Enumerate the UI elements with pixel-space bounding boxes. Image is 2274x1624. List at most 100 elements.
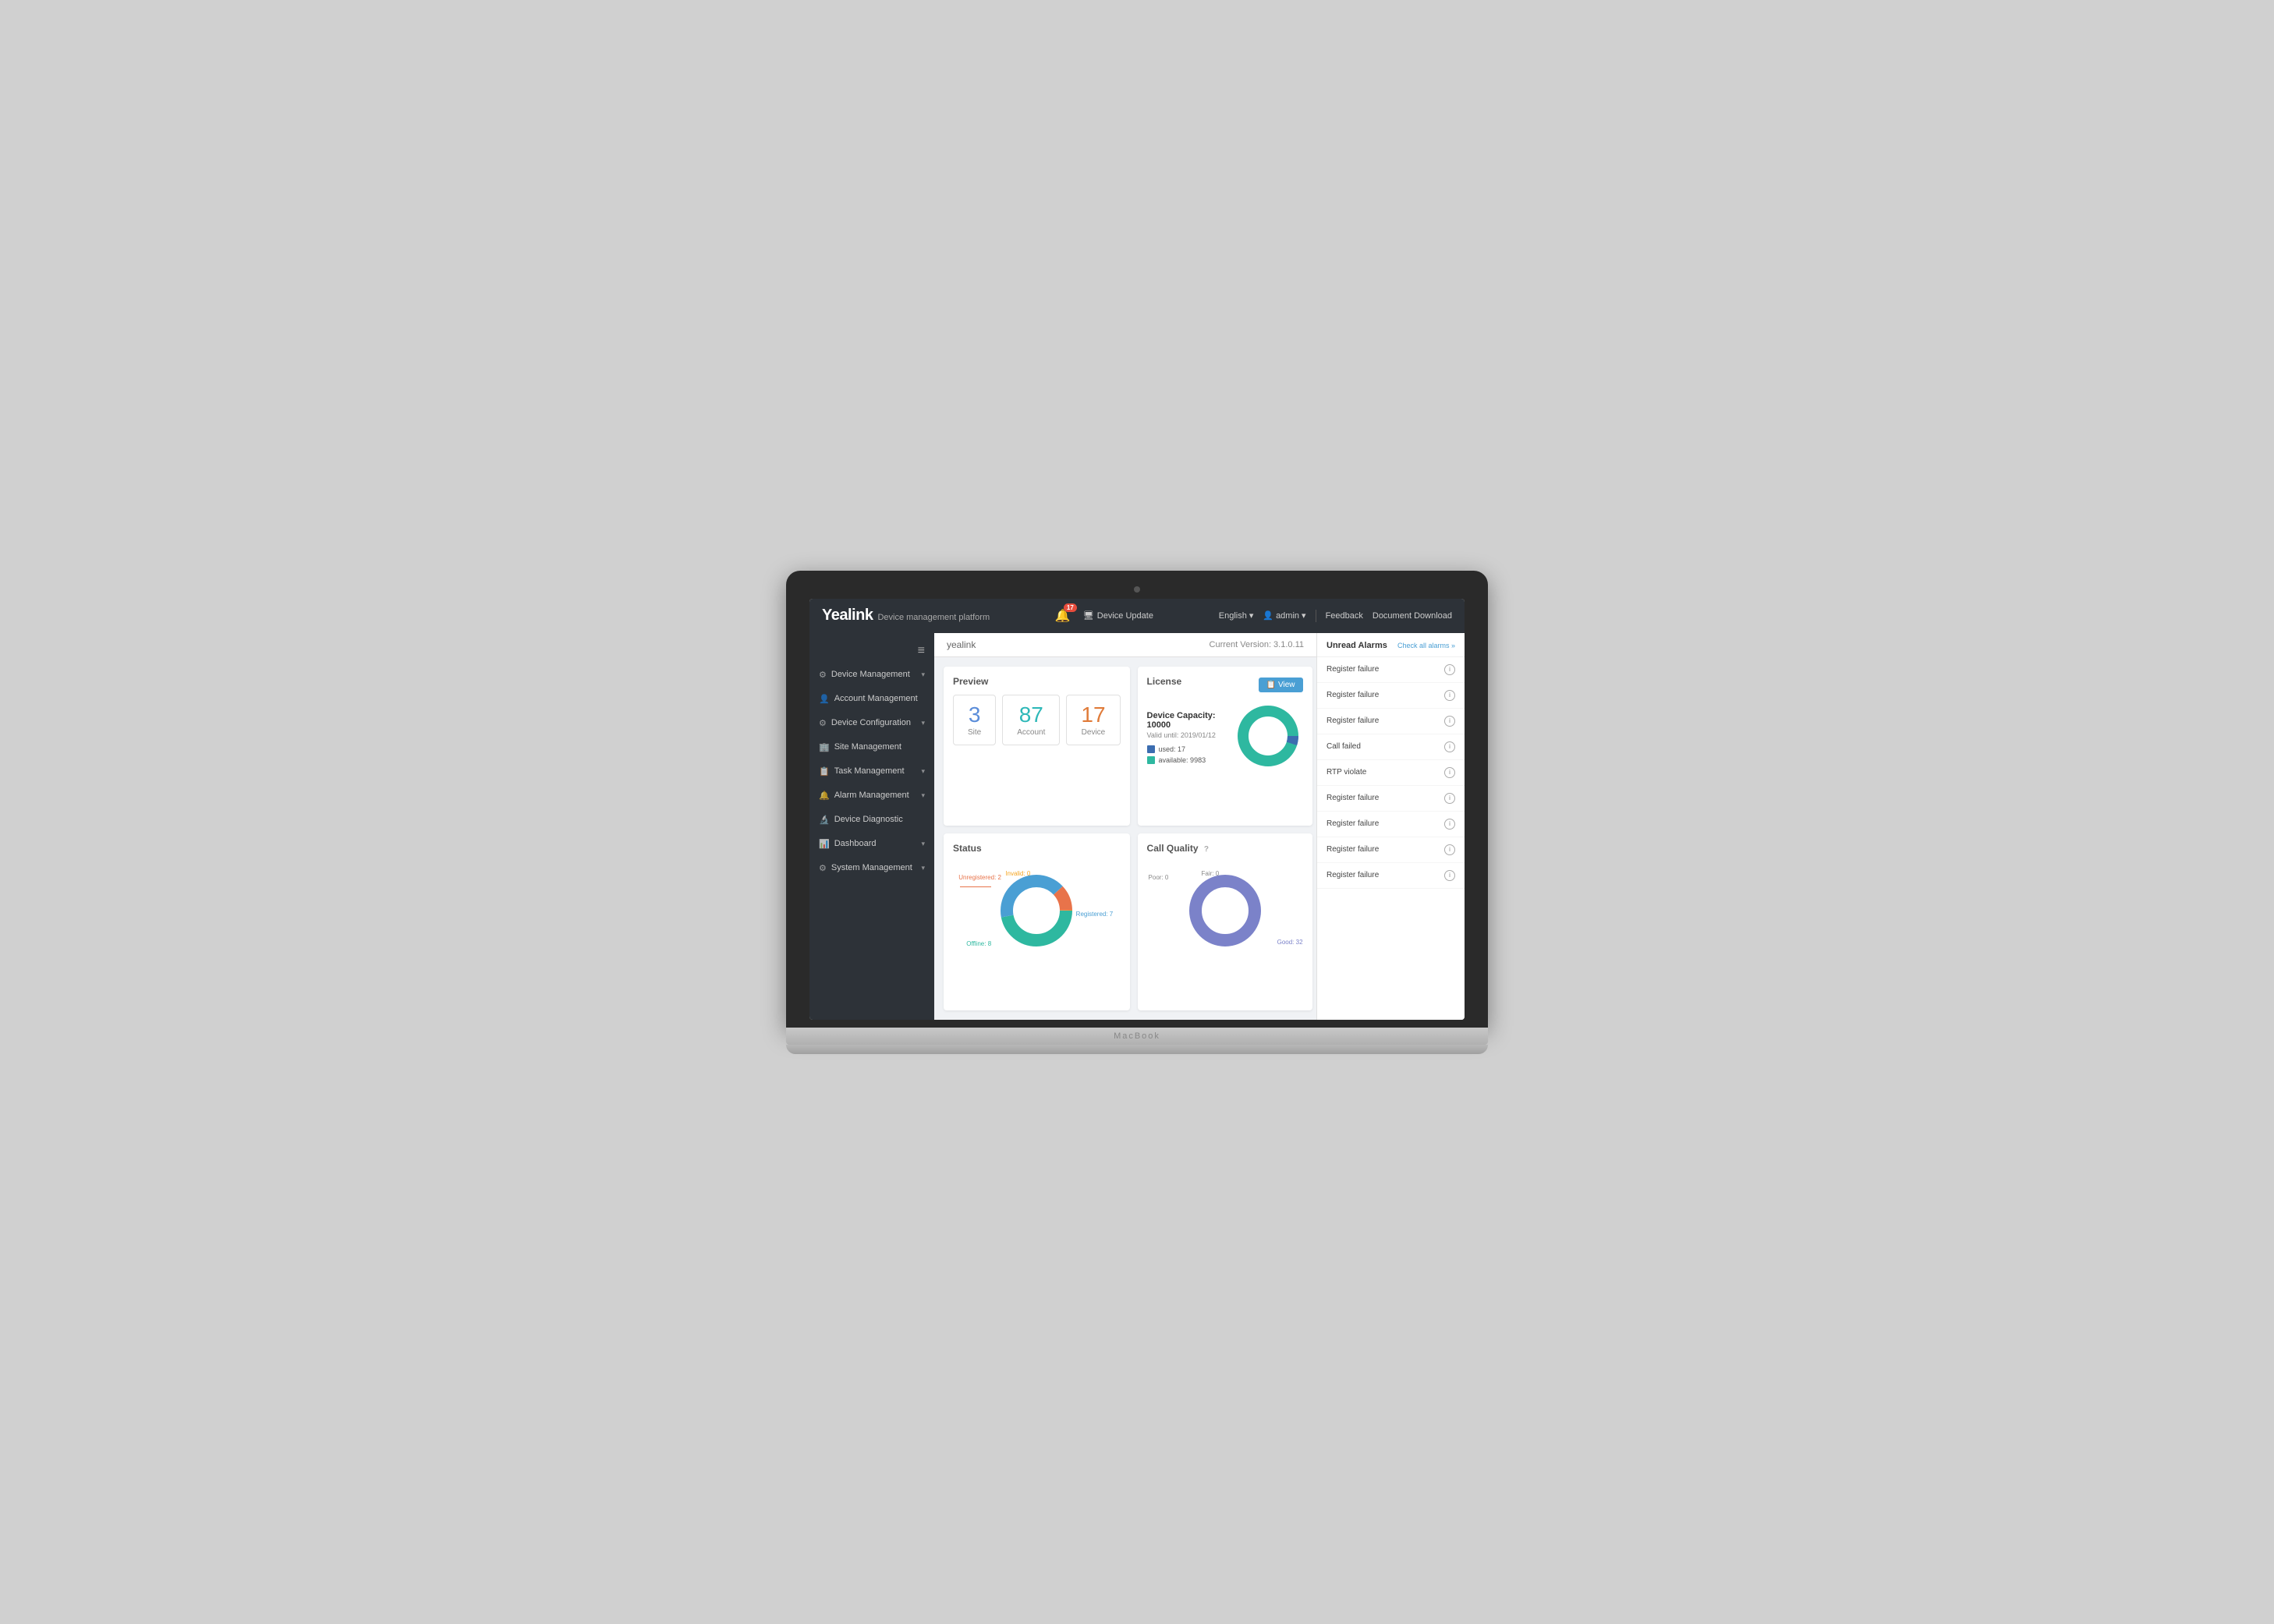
sidebar-item-device-management[interactable]: ⚙ Device Management ▾ xyxy=(809,663,934,687)
laptop-bottom xyxy=(786,1045,1488,1054)
chevron-down-icon: ▾ xyxy=(921,670,925,679)
device-management-icon: ⚙ xyxy=(819,670,827,680)
alarm-info-icon[interactable]: i xyxy=(1444,741,1455,752)
brand-name: Yealink xyxy=(822,607,873,624)
license-capacity: Device Capacity: 10000 xyxy=(1147,711,1224,730)
device-diagnostic-icon: 🔬 xyxy=(819,815,830,825)
app-header: Yealink Device management platform 🔔 17 … xyxy=(809,599,1465,633)
dashboard-icon: 📊 xyxy=(819,839,830,849)
invalid-label: Invalid: 0 xyxy=(1005,870,1030,877)
alarm-info-icon[interactable]: i xyxy=(1444,767,1455,778)
status-card: Status xyxy=(944,833,1130,1010)
sidebar-item-dashboard[interactable]: 📊 Dashboard ▾ xyxy=(809,832,934,856)
document-download-button[interactable]: Document Download xyxy=(1373,611,1452,621)
good-label: Good: 32 xyxy=(1277,939,1303,946)
fair-label: Fair: 0 xyxy=(1202,870,1220,877)
chevron-down-icon-dashboard: ▾ xyxy=(921,840,925,848)
alarm-item-rtp-violate[interactable]: RTP violate i xyxy=(1317,760,1465,786)
device-metric[interactable]: 17 Device xyxy=(1066,695,1120,746)
alarm-info-icon[interactable]: i xyxy=(1444,664,1455,675)
sidebar-label-system-management: System Management xyxy=(831,863,912,872)
alarms-panel: Unread Alarms Check all alarms » Registe… xyxy=(1316,633,1465,1020)
alarm-item[interactable]: Register failure i xyxy=(1317,786,1465,812)
header-center: 🔔 17 🖥 Device Update xyxy=(990,608,1219,624)
license-info: Device Capacity: 10000 Valid until: 2019… xyxy=(1147,711,1224,764)
brand: Yealink Device management platform xyxy=(822,607,990,624)
laptop-shell: Yealink Device management platform 🔔 17 … xyxy=(786,571,1488,1054)
notification-bell[interactable]: 🔔 17 xyxy=(1055,608,1071,624)
sidebar-toggle-button[interactable]: ≡ xyxy=(809,639,934,663)
device-configuration-icon: ⚙ xyxy=(819,718,827,728)
callquality-chart-area: Poor: 0 Fair: 0 Good: 32 xyxy=(1147,862,1303,960)
device-update-label: Device Update xyxy=(1097,611,1153,621)
sidebar-item-system-management[interactable]: ⚙ System Management ▾ xyxy=(809,856,934,880)
sidebar-label-task-management: Task Management xyxy=(834,766,905,776)
content-header: yealink Current Version: 3.1.0.11 xyxy=(934,633,1316,657)
admin-chevron-icon: ▾ xyxy=(1302,610,1306,621)
alarm-item[interactable]: Register failure i xyxy=(1317,837,1465,863)
alarm-list: Register failure i Register failure i Re… xyxy=(1317,657,1465,1020)
sidebar-item-account-management[interactable]: 👤 Account Management xyxy=(809,687,934,711)
chevron-down-icon-alarm: ▾ xyxy=(921,791,925,800)
chevron-down-icon-system: ▾ xyxy=(921,864,925,872)
legend-used: used: 17 xyxy=(1147,745,1224,753)
sidebar-item-task-management[interactable]: 📋 Task Management ▾ xyxy=(809,759,934,784)
alarm-info-icon[interactable]: i xyxy=(1444,716,1455,727)
alarm-info-icon[interactable]: i xyxy=(1444,690,1455,701)
legend-used-dot xyxy=(1147,745,1155,753)
sidebar-label-dashboard: Dashboard xyxy=(834,839,877,848)
laptop-screen: Yealink Device management platform 🔔 17 … xyxy=(809,599,1465,1020)
alarm-info-icon[interactable]: i xyxy=(1444,844,1455,855)
sidebar-label-alarm-management: Alarm Management xyxy=(834,791,909,800)
notification-badge: 17 xyxy=(1064,603,1077,612)
language-label: English xyxy=(1219,611,1247,621)
sidebar-label-device-management: Device Management xyxy=(831,670,910,679)
license-view-button[interactable]: 📋 View xyxy=(1259,678,1303,692)
device-update-button[interactable]: 🖥 Device Update xyxy=(1083,610,1153,621)
alarm-info-icon[interactable]: i xyxy=(1444,870,1455,881)
alarm-item[interactable]: Register failure i xyxy=(1317,863,1465,889)
alarm-item[interactable]: Register failure i xyxy=(1317,657,1465,683)
legend-used-label: used: 17 xyxy=(1159,745,1186,753)
callquality-help-icon[interactable]: ? xyxy=(1204,845,1209,854)
sidebar-item-site-management[interactable]: 🏢 Site Management xyxy=(809,735,934,759)
alarm-item[interactable]: Register failure i xyxy=(1317,709,1465,734)
site-label: Site xyxy=(968,728,981,737)
language-selector[interactable]: English ▾ xyxy=(1219,610,1254,621)
app-body: ≡ ⚙ Device Management ▾ 👤 Account Manage… xyxy=(809,633,1465,1020)
callquality-card: Call Quality ? xyxy=(1138,833,1312,1010)
alarms-title: Unread Alarms xyxy=(1326,641,1387,650)
preview-metrics: 3 Site 87 Account 17 Device xyxy=(953,695,1121,746)
sidebar-label-device-configuration: Device Configuration xyxy=(831,718,911,727)
sidebar-item-device-configuration[interactable]: ⚙ Device Configuration ▾ xyxy=(809,711,934,735)
breadcrumb: yealink xyxy=(947,639,976,650)
status-card-title: Status xyxy=(953,843,1121,854)
header-right: English ▾ 👤 admin ▾ Feedback Document Do… xyxy=(1219,610,1452,622)
legend-available: available: 9983 xyxy=(1147,756,1224,764)
alarm-management-icon: 🔔 xyxy=(819,791,830,801)
license-header: License 📋 View xyxy=(1147,676,1303,695)
sidebar-item-device-diagnostic[interactable]: 🔬 Device Diagnostic xyxy=(809,808,934,832)
dashboard-grid: Preview 3 Site 87 Account xyxy=(934,657,1316,1020)
site-metric[interactable]: 3 Site xyxy=(953,695,996,746)
alarm-info-icon[interactable]: i xyxy=(1444,793,1455,804)
preview-card: Preview 3 Site 87 Account xyxy=(944,667,1130,826)
feedback-button[interactable]: Feedback xyxy=(1326,611,1363,621)
alarm-item[interactable]: Register failure i xyxy=(1317,683,1465,709)
check-all-alarms-link[interactable]: Check all alarms » xyxy=(1397,642,1455,649)
sidebar-label-account-management: Account Management xyxy=(834,694,918,703)
sidebar-item-alarm-management[interactable]: 🔔 Alarm Management ▾ xyxy=(809,784,934,808)
laptop-screen-border: Yealink Device management platform 🔔 17 … xyxy=(786,571,1488,1028)
alarm-item-call-failed[interactable]: Call failed i xyxy=(1317,734,1465,760)
offline-label: Offline: 8 xyxy=(966,940,991,947)
alarm-item[interactable]: Register failure i xyxy=(1317,812,1465,837)
account-metric[interactable]: 87 Account xyxy=(1002,695,1060,746)
admin-menu[interactable]: 👤 admin ▾ xyxy=(1263,610,1305,621)
alarm-info-icon[interactable]: i xyxy=(1444,819,1455,830)
account-management-icon: 👤 xyxy=(819,694,830,704)
sidebar-label-site-management: Site Management xyxy=(834,742,901,752)
chevron-down-icon-config: ▾ xyxy=(921,719,925,727)
legend-available-label: available: 9983 xyxy=(1159,756,1206,764)
device-value: 17 xyxy=(1081,703,1105,727)
license-legend: used: 17 available: 9983 xyxy=(1147,745,1224,764)
